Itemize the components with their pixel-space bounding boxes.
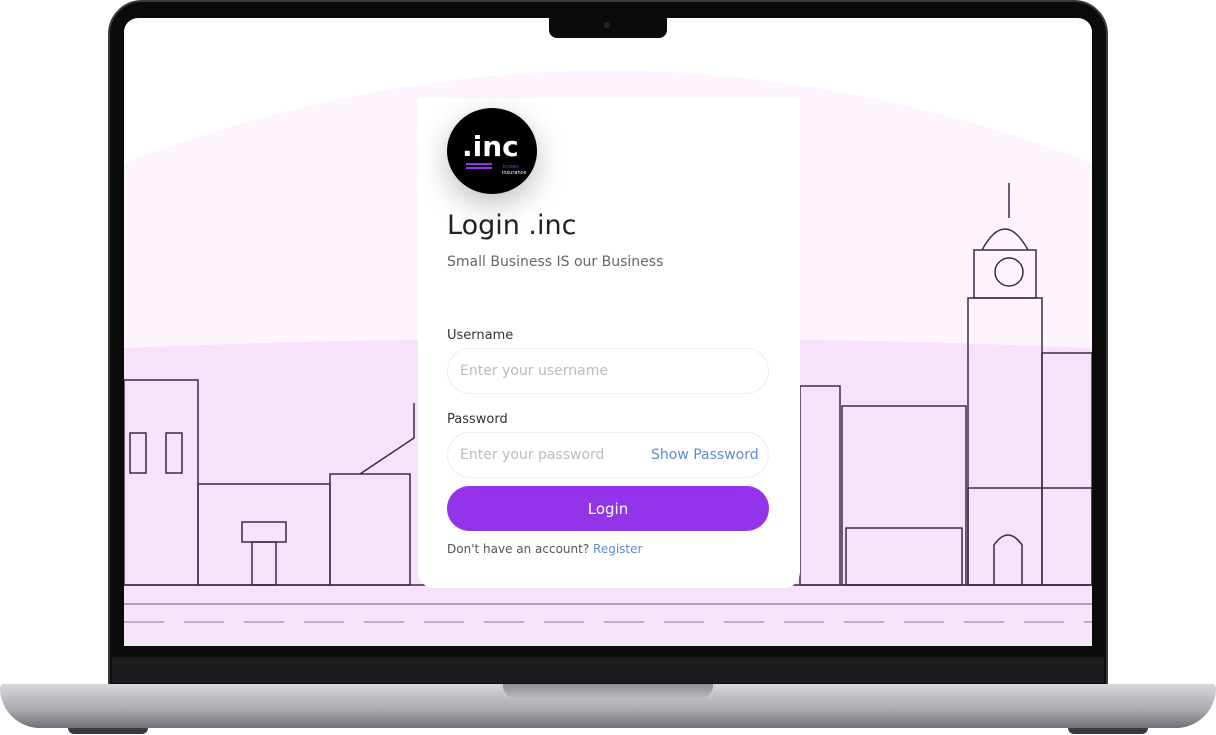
camera-icon — [604, 22, 610, 28]
username-label: Username — [447, 328, 514, 343]
camera-notch — [549, 16, 667, 38]
register-prompt: Don't have an account? Register — [447, 542, 642, 556]
register-link[interactable]: Register — [593, 542, 642, 556]
page-title: Login .inc — [447, 210, 577, 241]
password-label: Password — [447, 412, 508, 427]
svg-text:insurance: insurance — [502, 170, 526, 176]
screen: .inc knows insurance Login .inc Small Bu… — [124, 18, 1092, 646]
company-logo: .inc knows insurance — [447, 108, 537, 194]
show-password-toggle[interactable]: Show Password — [651, 447, 759, 463]
login-button[interactable]: Login — [447, 486, 769, 531]
laptop-bezel-bottom — [112, 657, 1104, 683]
svg-text:.inc: .inc — [462, 130, 519, 163]
laptop-foot — [68, 728, 148, 734]
laptop-foot — [1068, 728, 1148, 734]
laptop-groove — [503, 684, 713, 698]
page-subtitle: Small Business IS our Business — [447, 254, 664, 270]
username-input[interactable] — [447, 348, 769, 394]
register-prompt-text: Don't have an account? — [447, 542, 590, 556]
